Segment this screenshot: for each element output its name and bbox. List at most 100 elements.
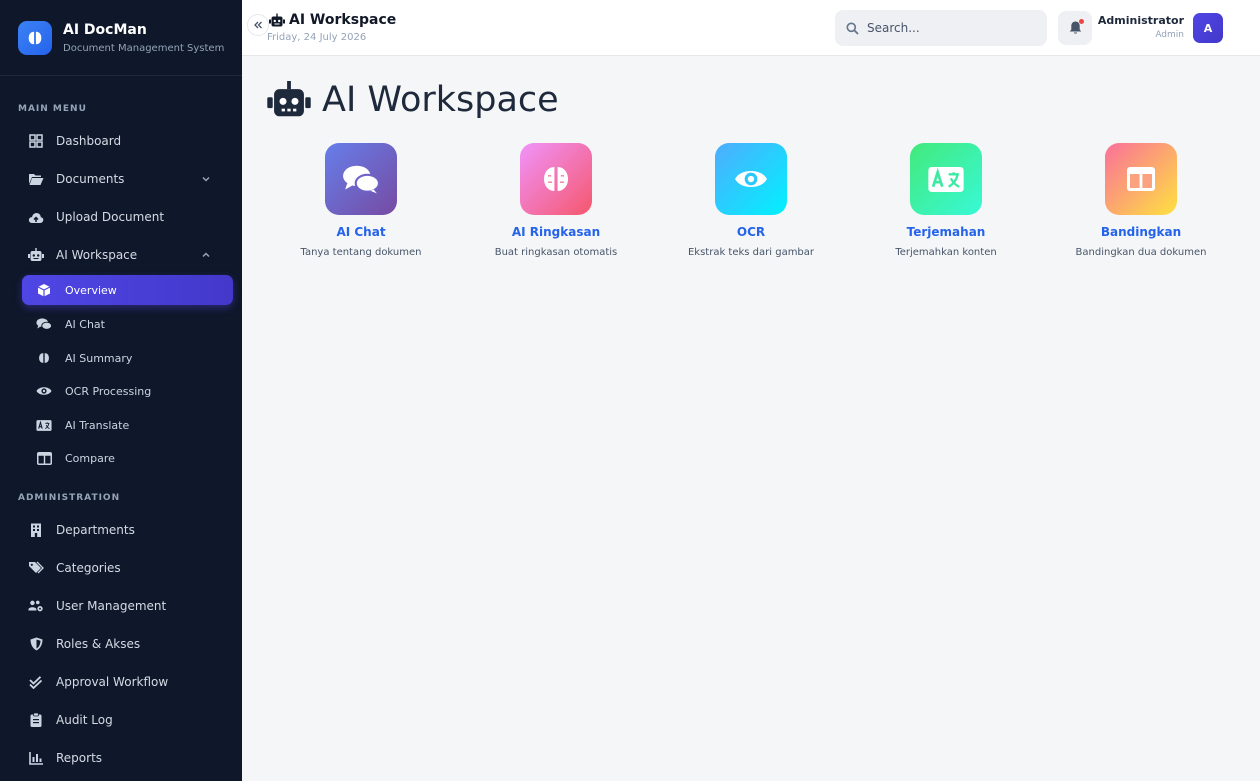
sidebar-subitem-label: Compare (65, 451, 115, 465)
brand-name: AI DocMan (63, 21, 147, 38)
sidebar: AI DocMan Document Management System MAI… (0, 0, 242, 781)
card-ai-chat[interactable]: AI Chat Tanya tentang dokumen (271, 143, 451, 258)
folder-open-icon (28, 171, 44, 187)
robot-icon (28, 247, 44, 263)
sidebar-subitem-overview[interactable]: Overview (22, 275, 233, 305)
robot-icon (269, 13, 285, 28)
card-tile (1105, 143, 1177, 215)
card-desc: Terjemahkan konten (895, 247, 997, 258)
brain-icon (18, 20, 52, 55)
header-title-text: AI Workspace (289, 12, 397, 28)
dashboard-grid-icon (28, 133, 44, 149)
eye-icon (36, 383, 52, 399)
brand-subtitle: Document Management System (63, 42, 225, 54)
brain-icon (36, 350, 52, 366)
header-date: Friday, 24 July 2026 (267, 32, 367, 43)
brain-icon (540, 163, 572, 195)
sidebar-item-label: Dashboard (56, 134, 122, 148)
card-bandingkan[interactable]: Bandingkan Bandingkan dua dokumen (1051, 143, 1231, 258)
card-tile (325, 143, 397, 215)
notification-dot (1079, 19, 1084, 24)
sidebar-item-reports[interactable]: Reports (22, 743, 233, 773)
card-desc: Buat ringkasan otomatis (494, 247, 618, 258)
avatar[interactable]: A (1193, 13, 1223, 43)
sidebar-item-label: User Management (56, 599, 167, 613)
sidebar-subitem-label: AI Translate (65, 418, 130, 432)
card-ai-ringkasan[interactable]: AI Ringkasan Buat ringkasan otomatis (466, 143, 646, 258)
columns-icon (1126, 166, 1156, 192)
card-terjemahan[interactable]: Terjemahan Terjemahkan konten (856, 143, 1036, 258)
card-label: AI Chat (336, 225, 386, 239)
sidebar-item-audit-log[interactable]: Audit Log (22, 705, 233, 735)
sidebar-item-approval-workflow[interactable]: Approval Workflow (22, 667, 233, 697)
user-name: Administrator (1097, 14, 1184, 27)
shield-icon (28, 636, 44, 652)
sidebar-item-label: Upload Document (56, 210, 165, 224)
card-desc: Tanya tentang dokumen (300, 247, 422, 258)
chart-icon (28, 750, 44, 766)
sidebar-item-label: Approval Workflow (56, 675, 169, 689)
card-desc: Ekstrak teks dari gambar (687, 247, 815, 258)
notifications-button[interactable] (1058, 11, 1092, 45)
brand[interactable]: AI DocMan Document Management System (0, 0, 242, 76)
card-tile (910, 143, 982, 215)
collapse-sidebar-button[interactable] (247, 14, 269, 36)
sidebar-item-categories[interactable]: Categories (22, 553, 233, 583)
chat-bubbles-icon (36, 316, 52, 332)
cloud-upload-icon (28, 209, 44, 225)
user-role: Admin (1155, 30, 1184, 40)
eye-icon (734, 166, 768, 192)
page-title: AI Workspace (266, 80, 559, 120)
card-label: Terjemahan (906, 225, 986, 239)
search-icon (846, 22, 859, 35)
sidebar-item-label: Documents (56, 172, 125, 186)
card-tile (715, 143, 787, 215)
double-chevron-left-icon (253, 20, 263, 30)
sidebar-item-label: Roles & Akses (56, 637, 141, 651)
sidebar-subitem-ai-translate[interactable]: AI Translate (22, 410, 233, 440)
sidebar-subitem-label: AI Chat (65, 317, 105, 331)
language-icon (927, 166, 965, 193)
card-desc: Bandingkan dua dokumen (1075, 247, 1207, 258)
robot-icon (266, 81, 312, 119)
sidebar-subitem-compare[interactable]: Compare (22, 443, 233, 473)
sidebar-subitem-ai-summary[interactable]: AI Summary (22, 343, 233, 373)
sidebar-subitem-label: AI Summary (65, 351, 133, 365)
page-title-text: AI Workspace (322, 80, 559, 120)
sidebar-subitem-ai-chat[interactable]: AI Chat (22, 309, 233, 339)
sidebar-item-label: Departments (56, 523, 135, 537)
card-ocr[interactable]: OCR Ekstrak teks dari gambar (661, 143, 841, 258)
sidebar-item-label: Reports (56, 751, 103, 765)
administration-title: ADMINISTRATION (18, 493, 121, 503)
chevron-up-icon (201, 249, 211, 263)
sidebar-subitem-label: Overview (65, 283, 117, 297)
search-input[interactable] (867, 21, 1027, 35)
sidebar-item-upload-document[interactable]: Upload Document (22, 202, 233, 232)
sidebar-item-dashboard[interactable]: Dashboard (22, 126, 233, 156)
card-label: OCR (736, 225, 766, 239)
sidebar-item-label: AI Workspace (56, 248, 138, 262)
sidebar-subitem-label: OCR Processing (65, 384, 152, 398)
sidebar-item-documents[interactable]: Documents (22, 164, 233, 194)
building-icon (28, 522, 44, 538)
card-label: AI Ringkasan (511, 225, 601, 239)
cube-icon (36, 282, 52, 298)
sidebar-item-departments[interactable]: Departments (22, 515, 233, 545)
search-box[interactable] (835, 10, 1047, 46)
sidebar-subitem-ocr-processing[interactable]: OCR Processing (22, 376, 233, 406)
tags-icon (28, 560, 44, 576)
sidebar-item-label: Audit Log (56, 713, 113, 727)
chevron-down-icon (201, 173, 211, 187)
sidebar-item-label: Categories (56, 561, 121, 575)
clipboard-icon (28, 712, 44, 728)
columns-icon (36, 450, 52, 466)
double-check-icon (28, 674, 44, 690)
top-header: AI Workspace Friday, 24 July 2026 Admini… (242, 0, 1260, 56)
header-title: AI Workspace (269, 12, 396, 28)
chat-bubbles-icon (342, 164, 380, 194)
users-gear-icon (28, 598, 44, 614)
sidebar-item-roles-akses[interactable]: Roles & Akses (22, 629, 233, 659)
card-tile (520, 143, 592, 215)
sidebar-item-ai-workspace[interactable]: AI Workspace (22, 240, 233, 270)
sidebar-item-user-management[interactable]: User Management (22, 591, 233, 621)
